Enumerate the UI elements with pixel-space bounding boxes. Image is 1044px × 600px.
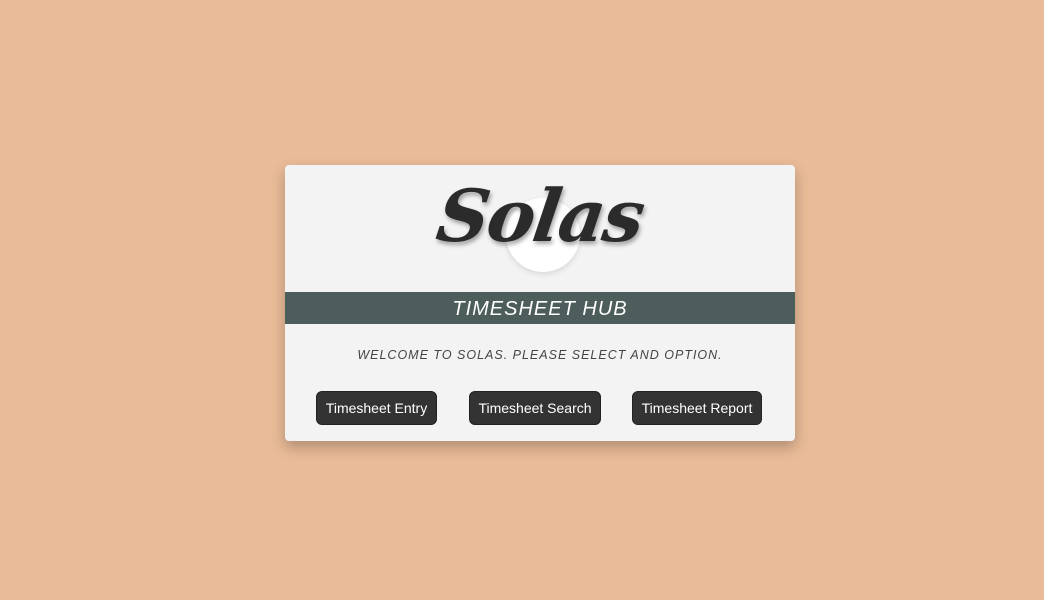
timesheet-entry-button[interactable]: Timesheet Entry: [316, 391, 437, 425]
page-title: TIMESHEET HUB: [285, 292, 795, 324]
timesheet-report-button[interactable]: Timesheet Report: [632, 391, 762, 425]
timesheet-search-button[interactable]: Timesheet Search: [469, 391, 601, 425]
logo-text: Solas: [431, 173, 649, 258]
hub-card: Solas TIMESHEET HUB WELCOME TO SOLAS. PL…: [285, 165, 795, 441]
welcome-message: WELCOME TO SOLAS. PLEASE SELECT AND OPTI…: [357, 348, 723, 362]
logo: Solas: [285, 165, 795, 292]
